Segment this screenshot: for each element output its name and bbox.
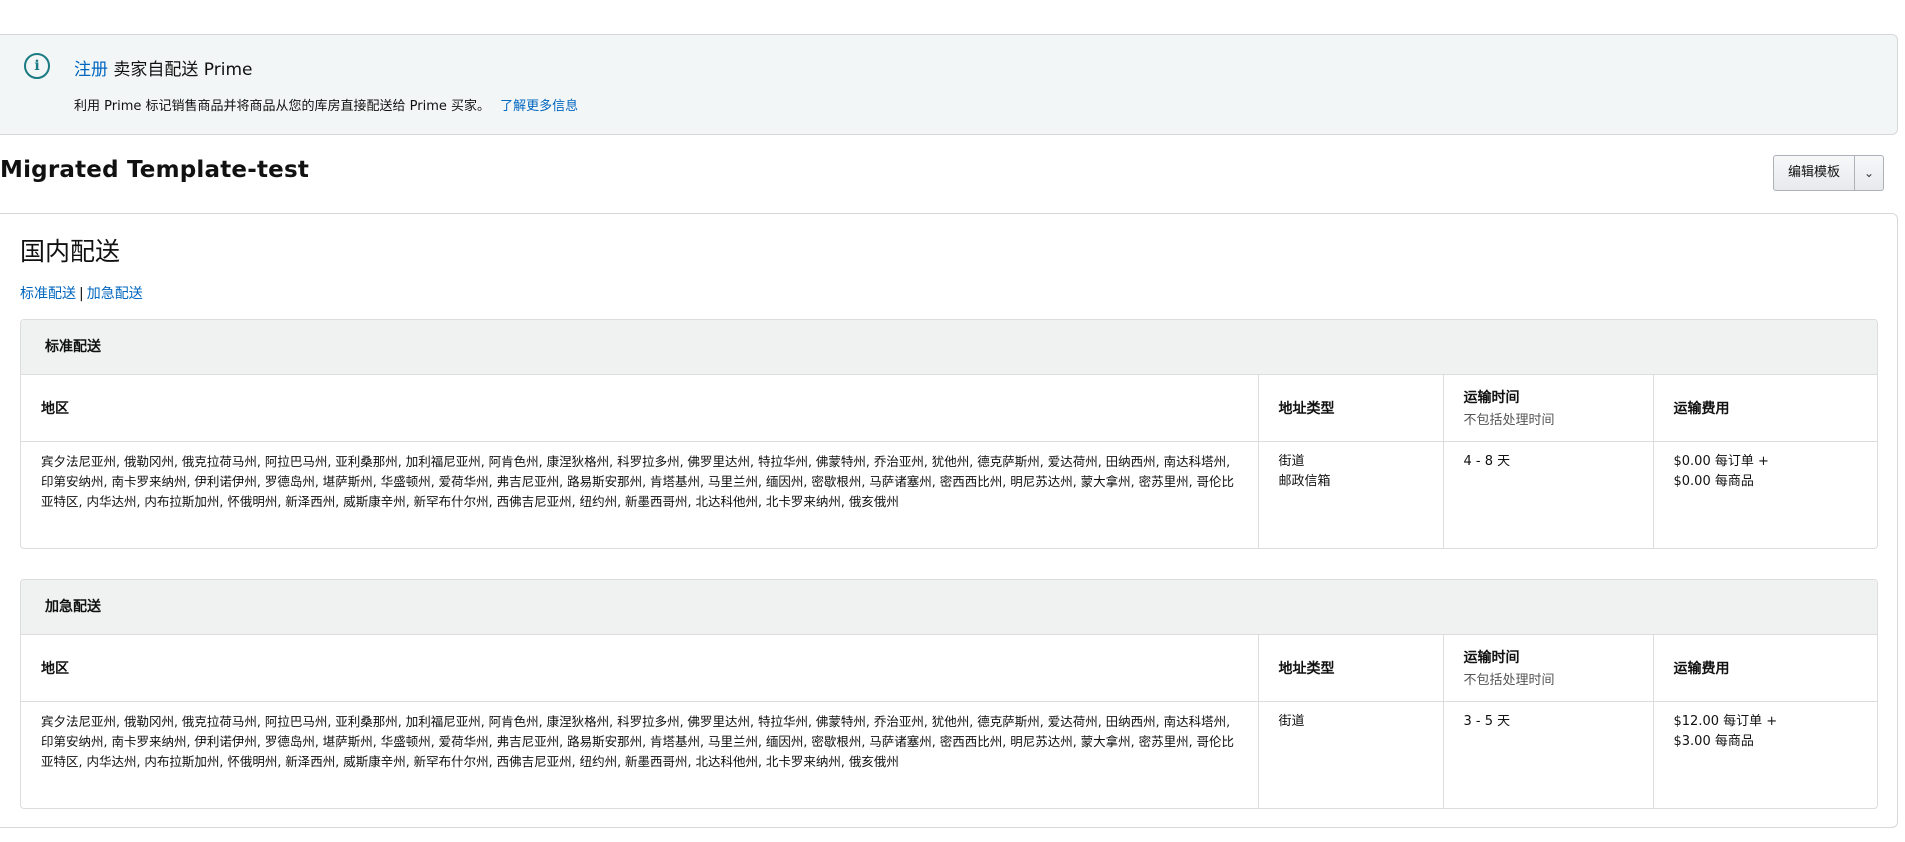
- expedited-shipping-heading: 加急配送: [21, 580, 1877, 635]
- shipping-fee-cell: $0.00 每订单 + $0.00 每商品: [1652, 441, 1877, 548]
- transit-time-header: 运输时间不包括处理时间: [1442, 375, 1653, 442]
- domestic-shipping-card: 国内配送 标准配送 | 加急配送 标准配送 地区 地址类型 运输时间 不包括处理时间 …: [0, 213, 1898, 828]
- region-header: 地区: [21, 635, 1258, 702]
- table-row: 宾夕法尼亚州, 俄勒冈州, 俄克拉荷马州, 阿拉巴马州, 亚利桑那州, 加利福尼…: [21, 441, 1877, 548]
- prime-info-banner: i 注册 卖家自配送 Prime 利用 Prime 标记销售商品并将商品从您的库…: [0, 34, 1898, 135]
- address-type-header: 地址类型: [1257, 375, 1443, 442]
- table-row: 宾夕法尼亚州, 俄勒冈州, 俄克拉荷马州, 阿拉巴马州, 亚利桑那州, 加利福尼…: [21, 701, 1877, 808]
- transit-time-note: 不包括处理时间: [1463, 673, 1555, 689]
- info-icon: i: [24, 53, 50, 79]
- transit-time-label: 运输时间: [1463, 650, 1520, 667]
- banner-title: 注册 卖家自配送 Prime: [74, 55, 253, 80]
- banner-title-text: 卖家自配送 Prime: [108, 60, 253, 80]
- expedited-shipping-section: 加急配送 地区 地址类型 运输时间不包括处理时间 运输费用 宾夕法尼亚州, 俄勒…: [20, 579, 1878, 809]
- learn-more-link[interactable]: 了解更多信息: [500, 99, 578, 114]
- table-header-row: 地区 地址类型 运输时间不包括处理时间 运输费用: [21, 635, 1877, 702]
- region-list: 宾夕法尼亚州, 俄勒冈州, 俄克拉荷马州, 阿拉巴马州, 亚利桑那州, 加利福尼…: [41, 713, 1235, 769]
- transit-time-header: 运输时间不包括处理时间: [1442, 635, 1653, 702]
- address-type-street: 街道: [1278, 713, 1305, 729]
- domestic-shipping-title: 国内配送: [20, 237, 121, 266]
- standard-shipping-link[interactable]: 标准配送: [20, 286, 76, 302]
- region-header: 地区: [21, 375, 1258, 442]
- address-type-header: 地址类型: [1257, 635, 1443, 702]
- region-list: 宾夕法尼亚州, 俄勒冈州, 俄克拉荷马州, 阿拉巴马州, 亚利桑那州, 加利福尼…: [41, 453, 1235, 509]
- fee-per-order: $0.00 每订单 +: [1673, 453, 1769, 469]
- standard-shipping-heading: 标准配送: [21, 320, 1877, 375]
- chevron-down-icon[interactable]: ⌄: [1855, 156, 1883, 190]
- transit-time-cell: 4 - 8 天: [1442, 441, 1653, 548]
- address-type-cell: 街道: [1257, 701, 1443, 808]
- shipping-fee-cell: $12.00 每订单 + $3.00 每商品: [1652, 701, 1877, 808]
- table-header-row: 地区 地址类型 运输时间不包括处理时间 运输费用: [21, 375, 1877, 442]
- standard-shipping-table: 地区 地址类型 运输时间不包括处理时间 运输费用 宾夕法尼亚州, 俄勒冈州, 俄…: [21, 375, 1877, 548]
- address-type-cell: 街道 邮政信箱: [1257, 441, 1443, 548]
- fee-per-item: $0.00 每商品: [1673, 473, 1754, 489]
- fee-per-order: $12.00 每订单 +: [1673, 713, 1778, 729]
- template-title: Migrated Template-test: [0, 157, 310, 183]
- fee-per-item: $3.00 每商品: [1673, 733, 1754, 749]
- shipping-fee-header: 运输费用: [1652, 375, 1877, 442]
- banner-description-text: 利用 Prime 标记销售商品并将商品从您的库房直接配送给 Prime 买家。: [74, 99, 490, 114]
- standard-shipping-section: 标准配送 地区 地址类型 运输时间不包括处理时间 运输费用 宾夕法尼亚州, 俄勒…: [20, 319, 1878, 549]
- banner-description: 利用 Prime 标记销售商品并将商品从您的库房直接配送给 Prime 买家。 …: [74, 95, 578, 114]
- transit-time-cell: 3 - 5 天: [1442, 701, 1653, 808]
- shipping-anchor-links: 标准配送 | 加急配送: [20, 283, 143, 303]
- transit-time-label: 运输时间: [1463, 390, 1520, 407]
- link-separator: |: [79, 286, 84, 302]
- expedited-shipping-table: 地区 地址类型 运输时间不包括处理时间 运输费用 宾夕法尼亚州, 俄勒冈州, 俄…: [21, 635, 1877, 808]
- address-type-street: 街道: [1278, 453, 1305, 469]
- shipping-fee-header: 运输费用: [1652, 635, 1877, 702]
- transit-time-note: 不包括处理时间: [1463, 413, 1555, 429]
- edit-template-button[interactable]: 编辑模板: [1774, 156, 1856, 190]
- address-type-po-box: 邮政信箱: [1278, 473, 1331, 489]
- register-link[interactable]: 注册: [74, 60, 108, 80]
- edit-template-split-button: 编辑模板 ⌄: [1773, 155, 1885, 191]
- expedited-shipping-link[interactable]: 加急配送: [87, 286, 143, 302]
